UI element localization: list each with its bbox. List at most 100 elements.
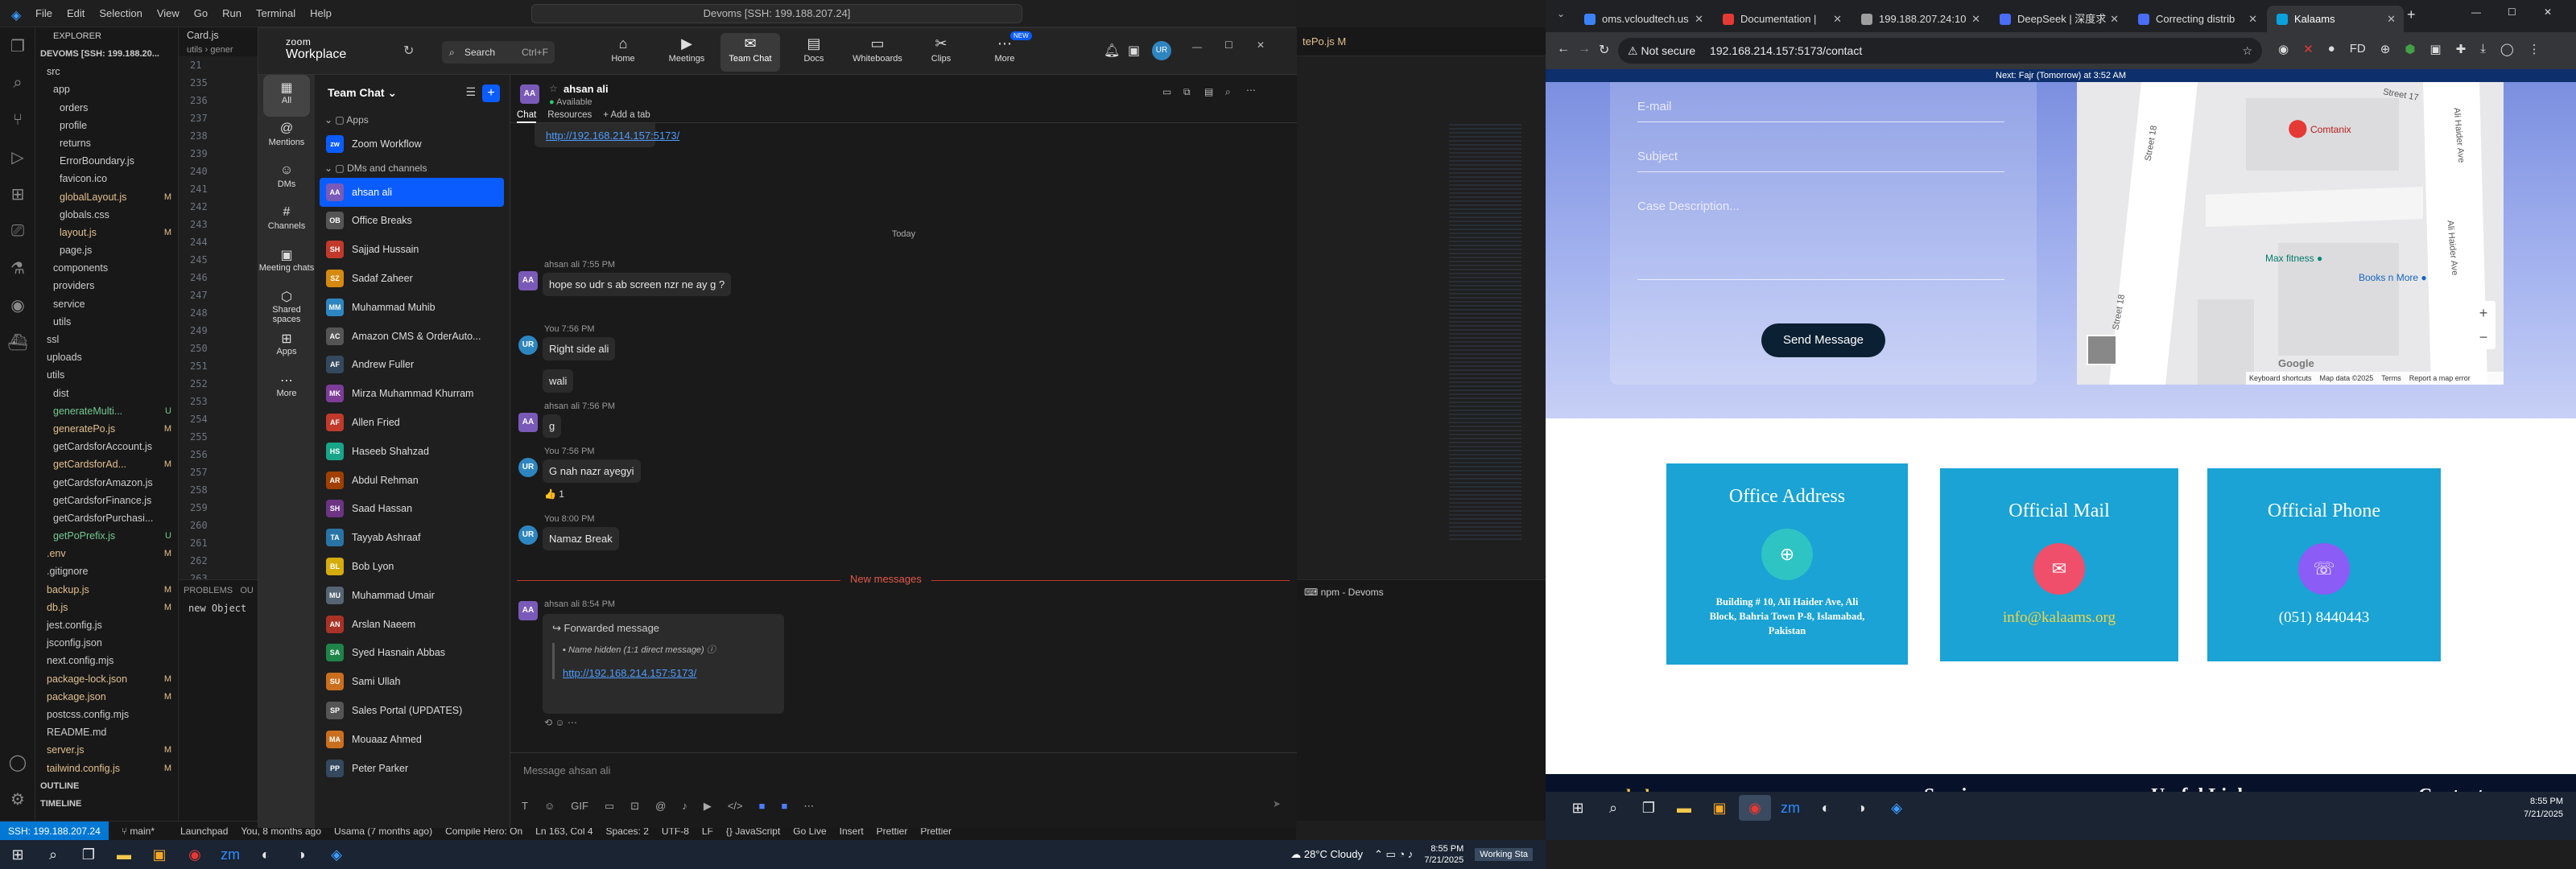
browser-tab[interactable]: Correcting distrib ✕	[2128, 6, 2265, 32]
contact-item[interactable]: SU Sami Ullah	[315, 667, 504, 696]
docker-icon[interactable]: ⛴	[0, 323, 35, 360]
gif-icon[interactable]: GIF	[571, 800, 588, 813]
testing-icon[interactable]: ⚗	[0, 249, 35, 286]
file-tree-item[interactable]: ErrorBoundary.js	[35, 152, 178, 170]
menu-item[interactable]: Selection	[99, 7, 142, 19]
contact-item[interactable]: PP Peter Parker	[315, 754, 504, 783]
contact-item[interactable]: SH Sajjad Hussain	[315, 235, 504, 264]
subject-field[interactable]: Subject	[1637, 150, 2004, 172]
explorer-root[interactable]: DEVOMS [SSH: 199.188.20...	[35, 45, 178, 63]
file-tree-item[interactable]: page.js	[35, 241, 178, 259]
file-icon[interactable]: ▭	[605, 800, 614, 813]
file-tree-item[interactable]: backup.js M	[35, 581, 178, 599]
chrome-taskbar-icon[interactable]: ◉	[177, 840, 213, 869]
nav-meetings[interactable]: ▶ Meetings	[657, 33, 716, 72]
file-tree-item[interactable]: dist	[35, 385, 178, 402]
taskbar-search-icon[interactable]: ⌕	[1597, 795, 1629, 821]
case-description-field[interactable]: Case Description...	[1637, 200, 2004, 280]
file-tree-item[interactable]: TIMELINE	[35, 795, 178, 813]
menu-item[interactable]: Edit	[67, 7, 85, 19]
file-tree-item[interactable]: package.json M	[35, 688, 178, 706]
history-icon[interactable]: ↻	[403, 43, 414, 59]
reaction-chip[interactable]: 👍 1	[544, 488, 564, 500]
whiteboard-share-icon[interactable]: ■	[781, 800, 787, 813]
status-item[interactable]: Launchpad	[180, 826, 228, 837]
bookmark-star-icon[interactable]: ☆	[2242, 38, 2252, 64]
file-tree-item[interactable]: getCardsforAmazon.js	[35, 474, 178, 492]
file-tree-item[interactable]: layout.js M	[35, 224, 178, 241]
map-pin-icon[interactable]: ⬤	[2288, 117, 2308, 138]
email-field[interactable]: E-mail	[1637, 100, 2004, 122]
chrome-taskbar-icon[interactable]: ◉	[1739, 795, 1771, 821]
contact-item[interactable]: AC Amazon CMS & OrderAuto...	[315, 322, 504, 351]
app-taskbar-icon[interactable]: ◑	[1845, 795, 1877, 821]
browser-tab[interactable]: oms.vcloudtech.us ✕	[1575, 6, 1711, 32]
task-view-icon[interactable]: ❐	[71, 840, 106, 869]
rail-all[interactable]: ▦ All	[263, 75, 310, 117]
address-bar[interactable]: ⚠ Not secure 192.168.214.157:5173/contac…	[1618, 38, 2262, 64]
tab-resources[interactable]: Resources	[547, 110, 592, 123]
nav-more[interactable]: ⋯ More NEW	[975, 31, 1034, 72]
contact-item[interactable]: OB Office Breaks	[315, 207, 504, 236]
file-tree-item[interactable]: .env M	[35, 545, 178, 562]
tab-close-icon[interactable]: ✕	[1971, 6, 1980, 32]
map-zoom-controls[interactable]: + −	[2471, 301, 2496, 349]
app-item-zoom-workflow[interactable]: zw Zoom Workflow	[315, 130, 504, 159]
file-tree-item[interactable]: README.md	[35, 723, 178, 741]
contact-item[interactable]: AN Arslan Naeem	[315, 610, 504, 639]
file-tree-item[interactable]: globalLayout.js M	[35, 188, 178, 206]
rail-channels[interactable]: # Channels	[258, 200, 315, 242]
file-explorer-icon[interactable]: ▬	[1668, 795, 1700, 821]
contact-item[interactable]: AF Andrew Fuller	[315, 351, 504, 380]
settings-gear-icon[interactable]: ⚙	[0, 780, 35, 818]
file-tree-item[interactable]: globals.css	[35, 206, 178, 224]
video-clip-icon[interactable]: ▶	[704, 800, 712, 813]
menu-item[interactable]: Help	[310, 7, 332, 19]
embedded-map[interactable]: ⬤ Comtanix Max fitness ● Books n More ● …	[2077, 82, 2504, 385]
browser-tab[interactable]: DeepSeek | 深度求 ✕	[1990, 6, 2127, 32]
extension-icon[interactable]: FD	[2350, 42, 2366, 56]
filter-icon[interactable]: ☰	[465, 85, 476, 99]
extension-icon[interactable]: ▣	[2429, 42, 2441, 56]
star-icon[interactable]: ☆	[549, 83, 558, 94]
panel-tabs[interactable]: PROBLEMS OU	[179, 580, 267, 601]
message-bubble[interactable]: hope so udr s ab screen nzr ne ay g ?	[543, 273, 732, 296]
zoom-taskbar-icon[interactable]: zm	[213, 840, 248, 869]
file-tree-item[interactable]: app	[35, 80, 178, 98]
profile-icon[interactable]: ◯	[2500, 42, 2514, 56]
remote-indicator[interactable]: SSH: 199.188.207.24	[0, 821, 109, 841]
tab-add[interactable]: + Add a tab	[603, 110, 650, 123]
terminal-title[interactable]: ⌨ npm - Devoms	[1296, 580, 1546, 604]
clock-left[interactable]: 8:55 PM 7/21/2025	[1424, 843, 1463, 866]
video-call-icon[interactable]: ▭	[1162, 86, 1171, 97]
nav-team-chat[interactable]: ✉ Team Chat	[720, 33, 780, 72]
compose-input[interactable]: Message ahsan ali	[523, 764, 610, 776]
contact-item[interactable]: SP Sales Portal (UPDATES)	[315, 696, 504, 725]
menu-item[interactable]: Run	[222, 7, 242, 19]
menu-item[interactable]: File	[35, 7, 52, 19]
file-tree-item[interactable]: orders	[35, 99, 178, 117]
search-chat-icon[interactable]: ⌕	[1225, 86, 1231, 98]
explorer-icon[interactable]: ❐	[0, 27, 35, 64]
file-tree-item[interactable]: utils	[35, 366, 178, 384]
contact-item[interactable]: SZ Sadaf Zaheer	[315, 264, 504, 293]
file-tree-item[interactable]: components	[35, 259, 178, 277]
search-icon[interactable]: ⌕	[0, 64, 35, 101]
windows-start-icon[interactable]: ⊞	[1562, 795, 1594, 821]
reload-icon[interactable]: ↻	[1599, 42, 1609, 58]
nav-clips[interactable]: ✂ Clips	[911, 33, 971, 72]
menu-item[interactable]: Terminal	[256, 7, 295, 19]
map-layer-thumbnail[interactable]	[2087, 335, 2117, 365]
forwarded-link[interactable]: http://192.168.214.157:5173/	[563, 667, 696, 679]
task-view-icon[interactable]: ❐	[1633, 795, 1665, 821]
tab-close-icon[interactable]: ✕	[2387, 6, 2396, 32]
minimize-icon[interactable]: —	[1192, 41, 1202, 52]
app-taskbar-icon[interactable]: ◑	[283, 840, 319, 869]
browser-tab[interactable]: Documentation | ✕	[1713, 6, 1850, 32]
vscode-taskbar-icon[interactable]: ◈	[1880, 795, 1913, 821]
command-center[interactable]: Devoms [SSH: 199.188.207.24]	[531, 4, 1022, 23]
tray-icons[interactable]: ⌃ ▭ ◔ ♪	[1374, 848, 1413, 861]
editor-tab[interactable]: Card.js	[179, 27, 267, 43]
close-icon[interactable]: ✕	[2544, 6, 2552, 18]
mention-icon[interactable]: @	[655, 800, 666, 813]
